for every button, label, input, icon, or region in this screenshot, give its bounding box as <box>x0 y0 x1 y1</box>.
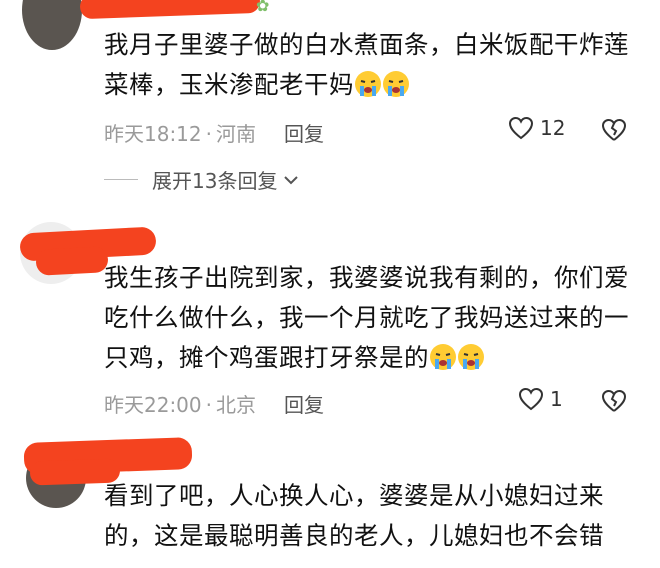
expand-replies-label: 展开13条回复 <box>152 169 278 193</box>
like-count: 1 <box>550 387 563 411</box>
crying-face-emoji <box>383 71 409 97</box>
comment-body: 我生孩子出院到家，我婆婆说我有剩的，你们爱吃什么做什么，我一个月就吃了我妈送过来… <box>104 263 629 372</box>
heart-broken-icon <box>601 118 627 141</box>
comment-time: 昨天18:12 <box>104 122 202 146</box>
decoration-icon: ✿ <box>256 0 270 15</box>
chevron-down-icon <box>284 175 299 184</box>
comment-meta: 昨天22:00 · 北京 <box>104 389 256 418</box>
username-redaction <box>35 246 109 276</box>
meta-separator: · <box>205 122 212 146</box>
username-redaction <box>79 0 261 20</box>
like-count: 12 <box>540 116 566 140</box>
comment-body: 看到了吧，人心换人心，婆婆是从小媳妇过来的，这是最聪明善良的老人，儿媳妇也不会错 <box>104 481 604 550</box>
comment-location: 河南 <box>216 122 256 146</box>
comment-text: 看到了吧，人心换人心，婆婆是从小媳妇过来的，这是最聪明善良的老人，儿媳妇也不会错 <box>104 476 644 556</box>
dislike-button[interactable] <box>600 118 628 146</box>
comment-text: 我生孩子出院到家，我婆婆说我有剩的，你们爱吃什么做什么，我一个月就吃了我妈送过来… <box>104 258 644 378</box>
reply-button[interactable]: 回复 <box>284 118 324 147</box>
heart-outline-icon <box>508 116 534 140</box>
heart-outline-icon <box>518 387 544 411</box>
dislike-button[interactable] <box>600 389 628 417</box>
crying-face-emoji <box>355 71 381 97</box>
meta-separator: · <box>205 393 212 417</box>
crying-face-emoji <box>430 344 456 370</box>
expand-replies-button[interactable]: 展开13条回复 <box>104 165 301 194</box>
comment-location: 北京 <box>216 393 256 417</box>
divider-line <box>104 179 138 180</box>
like-button[interactable]: 12 <box>508 116 565 140</box>
reply-button[interactable]: 回复 <box>284 389 324 418</box>
avatar[interactable] <box>22 0 82 50</box>
like-button[interactable]: 1 <box>518 387 563 411</box>
heart-broken-icon <box>601 389 627 412</box>
comment-time: 昨天22:00 <box>104 393 202 417</box>
crying-face-emoji <box>458 344 484 370</box>
comment-text: 我月子里婆子做的白水煮面条，白米饭配干炸莲菜棒，玉米渗配老干妈 <box>104 25 644 105</box>
comment-meta: 昨天18:12 · 河南 <box>104 118 256 147</box>
